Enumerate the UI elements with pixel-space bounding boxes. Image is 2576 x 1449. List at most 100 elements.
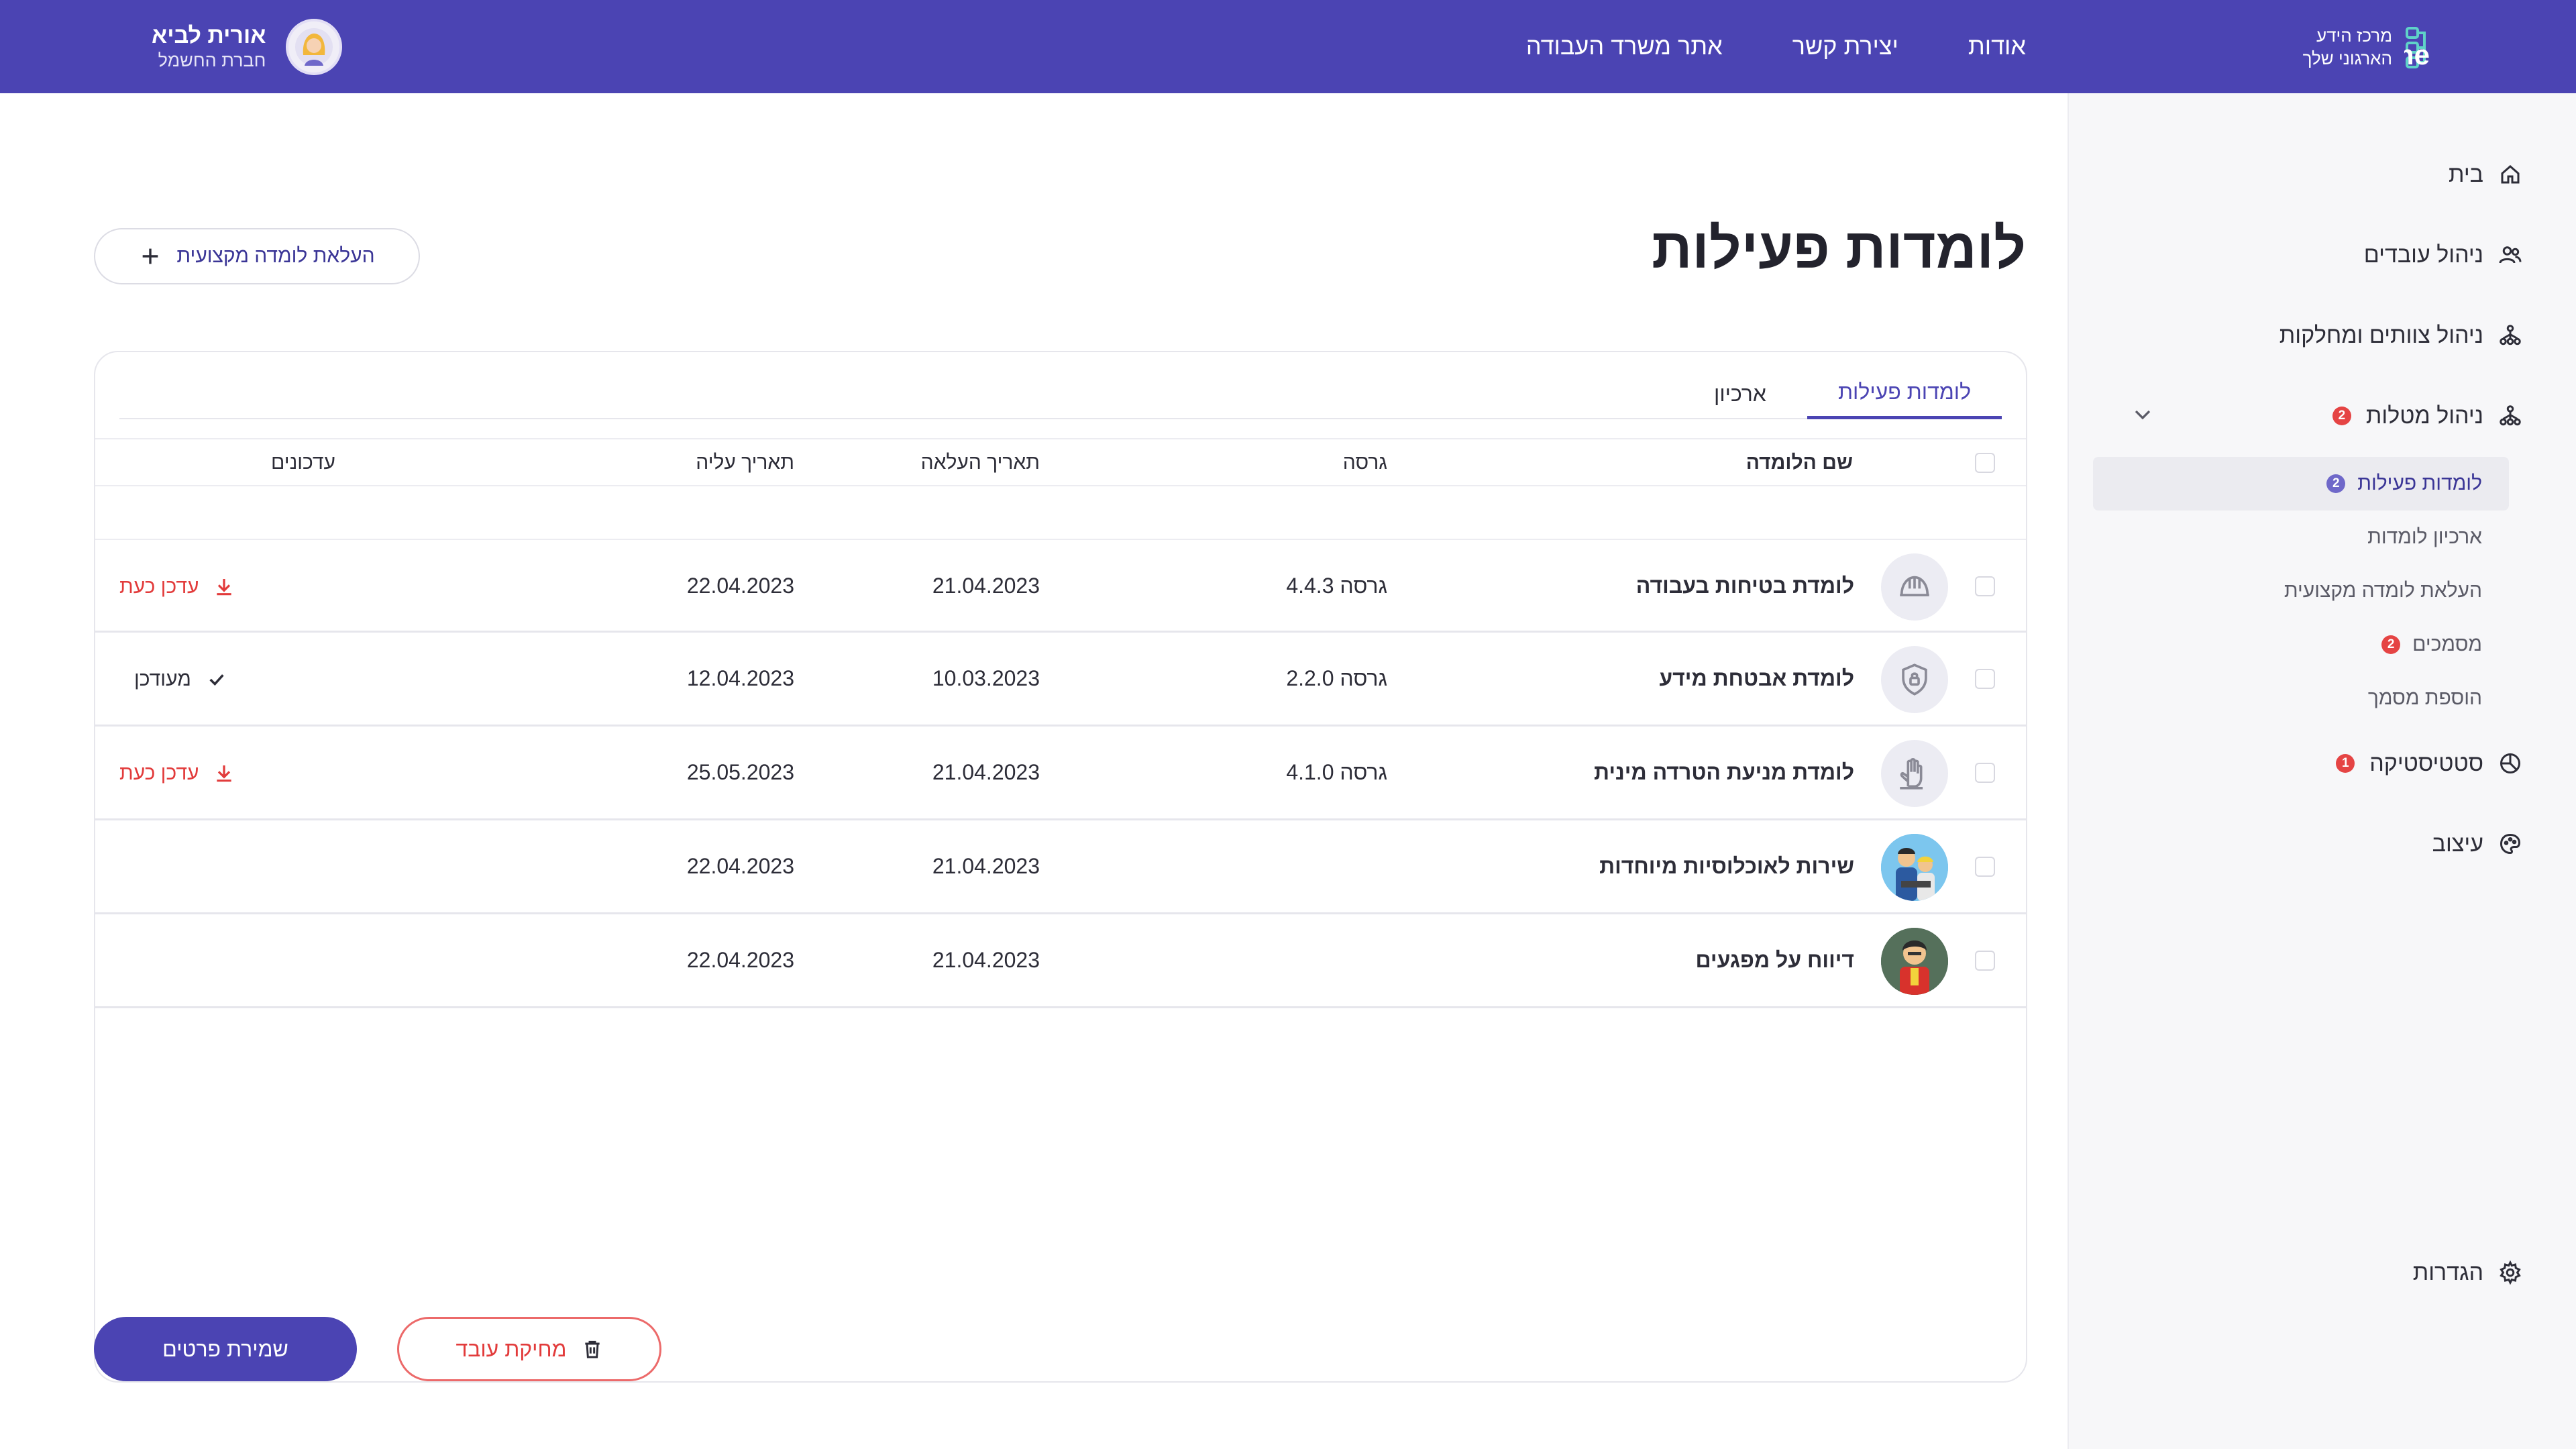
shield-lock-icon <box>1881 646 1948 713</box>
course-name: דיווח על מפגעים <box>1695 948 1854 972</box>
table-row[interactable]: לומדת אבטחת מידע גרסה 2.2.0 10.03.2023 1… <box>95 633 2026 727</box>
column-header-upload-date[interactable]: תאריך העלאה <box>921 451 1040 474</box>
sidebar-item-label: הגדרות <box>2412 1259 2483 1285</box>
sidebar-subitem-label: מסמכים <box>2412 633 2482 655</box>
course-upload-date: 21.04.2023 <box>932 948 1040 972</box>
sidebar-item-settings[interactable]: הגדרות <box>2413 1252 2522 1293</box>
user-company: חברת החשמל <box>158 50 266 70</box>
courses-card: לומדות פעילות ארכיון שם הלומדה גרסה תארי… <box>94 351 2027 1383</box>
delete-employee-button[interactable]: מחיקת עובד <box>397 1317 661 1381</box>
column-header-launch-date[interactable]: תאריך עליה <box>696 451 794 474</box>
palette-icon <box>2500 833 2521 855</box>
update-label: עדכן כעת <box>119 576 199 598</box>
tasks-icon <box>2500 405 2521 426</box>
row-checkbox[interactable] <box>1975 951 1995 971</box>
sidebar-subitem-active-courses[interactable]: לומדות פעילות 2 <box>2326 465 2482 502</box>
sidebar-item-label: ניהול עובדים <box>2363 241 2483 268</box>
chevron-down-icon[interactable] <box>2129 401 2156 428</box>
notification-badge: 2 <box>2332 407 2351 425</box>
row-checkbox[interactable] <box>1975 576 1995 596</box>
notification-badge: 2 <box>2326 474 2346 493</box>
column-header-version[interactable]: גרסה <box>1343 451 1387 474</box>
sidebar-item-tasks[interactable]: ניהול מטלות 2 <box>2332 396 2522 436</box>
table-header: שם הלומדה גרסה תאריך העלאה תאריך עליה עד… <box>95 438 2026 486</box>
avatar-woman-icon <box>295 28 333 66</box>
table-row[interactable]: שירות לאוכלוסיות מיוחדות 21.04.2023 22.0… <box>95 820 2026 914</box>
sidebar: בית ניהול עובדים ניהול צוותים ומחלקות ני… <box>2068 93 2576 1449</box>
table-row[interactable]: לומדת בטיחות בעבודה גרסה 4.4.3 21.04.202… <box>95 539 2026 633</box>
update-now-button[interactable]: עדכן כעת <box>119 756 235 791</box>
course-launch-date: 22.04.2023 <box>686 574 794 598</box>
brand-logo[interactable]: me מרכז הידע הארגוני שלך <box>2303 21 2483 72</box>
sidebar-item-design[interactable]: עיצוב <box>2432 824 2522 864</box>
nav-ministry-link[interactable]: אתר משרד העבודה <box>1526 32 1723 60</box>
select-all-checkbox[interactable] <box>1975 453 1995 473</box>
gear-icon <box>2500 1260 2521 1285</box>
row-checkbox[interactable] <box>1975 857 1995 877</box>
home-icon <box>2501 165 2520 184</box>
users-icon <box>2499 246 2522 264</box>
tab-archive[interactable]: ארכיון <box>1686 368 1794 419</box>
download-icon <box>217 765 232 782</box>
course-upload-date: 10.03.2023 <box>932 666 1040 690</box>
course-launch-date: 22.04.2023 <box>686 948 794 972</box>
table-row[interactable]: דיווח על מפגעים 21.04.2023 22.04.2023 <box>95 914 2026 1008</box>
brand-line-1: מרכז הידע <box>2316 25 2392 46</box>
row-checkbox[interactable] <box>1975 669 1995 689</box>
update-now-button[interactable]: עדכן כעת <box>119 570 235 604</box>
sidebar-item-teams[interactable]: ניהול צוותים ומחלקות <box>2279 315 2522 356</box>
top-bar: me מרכז הידע הארגוני שלך אודות יצירת קשר… <box>0 0 2576 93</box>
sidebar-item-home[interactable]: בית <box>2449 154 2522 195</box>
column-header-name[interactable]: שם הלומדה <box>1746 451 1853 474</box>
worker-illustration-icon <box>1881 928 1948 995</box>
course-name: לומדת בטיחות בעבודה <box>1635 574 1854 598</box>
row-checkbox[interactable] <box>1975 763 1995 783</box>
svg-text:me: me <box>2404 39 2430 70</box>
course-launch-date: 12.04.2023 <box>686 666 794 690</box>
course-version: גרסה 2.2.0 <box>1286 666 1387 690</box>
column-header-updates: עדכונים <box>271 451 335 474</box>
top-nav: אודות יצירת קשר אתר משרד העבודה <box>1526 27 2026 66</box>
sidebar-item-statistics[interactable]: סטטיסטיקה 1 <box>2336 743 2522 784</box>
update-label: מעודכן <box>134 668 191 690</box>
sidebar-item-label: ניהול מטלות <box>2365 402 2483 429</box>
sidebar-subitem-course-archive[interactable]: ארכיון לומדות <box>2367 519 2482 556</box>
update-label: עדכן כעת <box>119 762 199 784</box>
upload-course-button[interactable]: העלאת לומדה מקצועית <box>94 228 420 284</box>
user-profile[interactable]: אורית לביא חברת החשמל <box>152 19 343 75</box>
up-to-date-status: מעודכן <box>134 662 227 697</box>
nav-contact-link[interactable]: יצירת קשר <box>1792 32 1898 60</box>
course-upload-date: 21.04.2023 <box>932 574 1040 598</box>
course-launch-date: 25.05.2023 <box>686 760 794 784</box>
nav-about-link[interactable]: אודות <box>1968 32 2026 60</box>
sidebar-subitem-documents[interactable]: מסמכים 2 <box>2381 626 2482 663</box>
tab-bar: לומדות פעילות ארכיון <box>119 352 2002 419</box>
sidebar-item-employees[interactable]: ניהול עובדים <box>2364 235 2522 275</box>
sidebar-subitem-upload-course[interactable]: העלאת לומדה מקצועית <box>2284 572 2482 610</box>
page-title: לומדות פעילות <box>1652 217 2026 280</box>
delete-employee-label: מחיקת עובד <box>455 1336 567 1361</box>
download-icon <box>217 579 232 596</box>
sidebar-subitem-add-document[interactable]: הוספת מסמך <box>2368 680 2482 717</box>
tab-active-courses[interactable]: לומדות פעילות <box>1807 368 2002 419</box>
sidebar-item-label: עיצוב <box>2432 830 2483 857</box>
hierarchy-icon <box>2500 325 2521 345</box>
course-launch-date: 22.04.2023 <box>686 854 794 878</box>
sidebar-item-label: סטטיסטיקה <box>2369 750 2483 776</box>
notification-badge: 2 <box>2381 635 2401 654</box>
brand-tagline: מרכז הידע הארגוני שלך <box>2303 24 2392 70</box>
save-details-button[interactable]: שמירת פרטים <box>94 1317 357 1381</box>
logo-icon: me <box>2404 26 2430 70</box>
user-name: אורית לביא <box>152 23 266 48</box>
user-info: אורית לביא חברת החשמל <box>152 22 266 72</box>
sidebar-subitem-label: הוספת מסמך <box>2367 687 2482 709</box>
avatar <box>286 19 343 75</box>
statistics-icon <box>2500 753 2520 773</box>
sidebar-subitem-label: ארכיון לומדות <box>2367 526 2482 548</box>
course-upload-date: 21.04.2023 <box>932 760 1040 784</box>
people-illustration-icon <box>1881 834 1948 901</box>
course-name: שירות לאוכלוסיות מיוחדות <box>1599 854 1854 878</box>
course-version: גרסה 4.4.3 <box>1286 574 1387 598</box>
sidebar-subitem-label: העלאת לומדה מקצועית <box>2284 580 2482 602</box>
table-row[interactable]: לומדת מניעת הטרדה מינית גרסה 4.1.0 21.04… <box>95 727 2026 820</box>
